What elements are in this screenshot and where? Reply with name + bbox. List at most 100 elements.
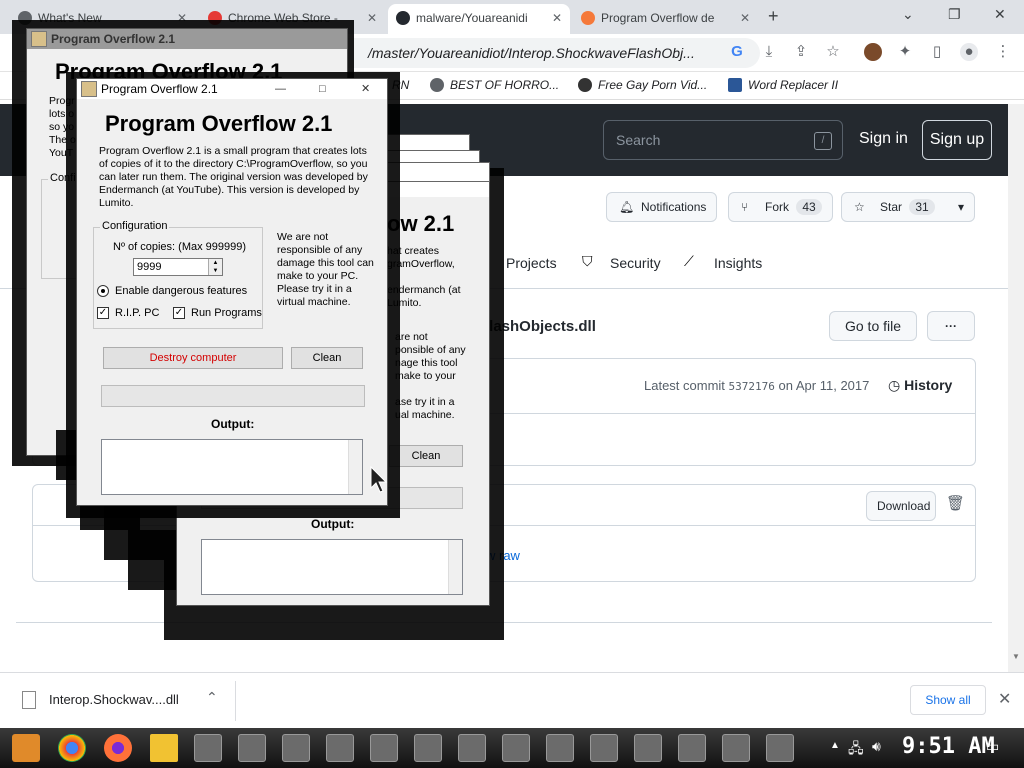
bookmark-label: Word Replacer II bbox=[748, 78, 839, 92]
google-icon[interactable]: G bbox=[728, 43, 746, 61]
close-icon[interactable]: ✕ bbox=[740, 4, 750, 32]
extension-avatar-icon[interactable] bbox=[864, 43, 882, 61]
taskbar-window-button[interactable] bbox=[766, 734, 794, 762]
bookmark-favicon-icon bbox=[578, 78, 592, 92]
page-scrollbar[interactable] bbox=[1008, 104, 1024, 672]
mouse-cursor-icon bbox=[370, 465, 390, 494]
run-programs-checkbox[interactable]: ✓ bbox=[173, 307, 185, 319]
output-scrollbar[interactable] bbox=[448, 540, 462, 594]
dialog-heading: Program Overflow 2.1 bbox=[105, 111, 333, 136]
taskbar-window-button[interactable] bbox=[634, 734, 662, 762]
output-textbox[interactable] bbox=[101, 439, 363, 495]
taskbar-window-button[interactable] bbox=[722, 734, 750, 762]
show-all-button[interactable]: Show all bbox=[910, 685, 986, 715]
copies-label: Nº of copies: (Max 999999) bbox=[113, 241, 247, 253]
close-window-icon[interactable]: ✕ bbox=[994, 6, 1006, 23]
fork-icon: ⑂ bbox=[741, 200, 749, 214]
install-icon[interactable]: ⤓ bbox=[760, 43, 778, 61]
app-icon bbox=[31, 31, 47, 47]
close-icon[interactable]: ✕ bbox=[361, 79, 370, 99]
commit-hash[interactable]: 5372176 bbox=[729, 380, 775, 393]
search-shortcut-badge: / bbox=[814, 132, 832, 150]
tab-program-overflow[interactable]: Program Overflow de ✕ bbox=[573, 4, 758, 34]
firefox-taskbar-icon[interactable] bbox=[104, 734, 132, 762]
address-bar[interactable]: /master/Youareanidiot/Interop.ShockwaveF… bbox=[330, 38, 760, 68]
fork-label: Fork bbox=[765, 200, 789, 214]
taskbar-clock[interactable]: 9:51 AM bbox=[902, 734, 995, 759]
rip-pc-checkbox[interactable]: ✓ bbox=[97, 307, 109, 319]
taskbar-window-button[interactable] bbox=[326, 734, 354, 762]
chevron-up-icon[interactable]: ⌃ bbox=[206, 689, 218, 706]
fork-button[interactable]: ⑂ Fork 43 bbox=[728, 192, 833, 222]
download-item[interactable]: Interop.Shockwav....dll bbox=[49, 692, 179, 707]
taskbar-window-button[interactable] bbox=[678, 734, 706, 762]
spin-arrows-icon[interactable]: ▲ ▼ bbox=[208, 259, 222, 275]
bookmark-label: Free Gay Porn Vid... bbox=[598, 78, 708, 92]
more-options-button[interactable]: ··· bbox=[927, 311, 975, 341]
window-titlebar[interactable]: Program Overflow 2.1 — □ ✕ bbox=[77, 79, 387, 99]
download-button[interactable]: Download bbox=[866, 491, 936, 521]
taskbar-window-button[interactable] bbox=[194, 734, 222, 762]
taskbar-window-button[interactable] bbox=[546, 734, 574, 762]
puzzle-icon[interactable]: ✦ bbox=[896, 43, 914, 61]
bookmark-item[interactable]: Free Gay Porn Vid... bbox=[578, 78, 707, 92]
share-icon[interactable]: ⇪ bbox=[792, 43, 810, 61]
folder-taskbar-icon[interactable] bbox=[150, 734, 178, 762]
volume-icon[interactable]: 🔊︎ bbox=[872, 738, 881, 755]
taskbar-window-button[interactable] bbox=[458, 734, 486, 762]
maximize-icon[interactable]: □ bbox=[319, 79, 326, 99]
tray-chevron-icon[interactable]: ▲ bbox=[830, 740, 840, 751]
destroy-computer-button[interactable]: Destroy computer bbox=[103, 347, 283, 369]
chevron-down-icon[interactable]: ⌄ bbox=[902, 6, 914, 23]
star-button[interactable]: ☆ Star 31 ▾ bbox=[841, 192, 975, 222]
start-button[interactable] bbox=[12, 734, 40, 762]
taskbar-window-button[interactable] bbox=[370, 734, 398, 762]
close-shelf-icon[interactable]: ✕ bbox=[998, 689, 1011, 709]
sign-in-link[interactable]: Sign in bbox=[859, 130, 908, 148]
clean-button[interactable]: Clean bbox=[291, 347, 363, 369]
copies-value: 9999 bbox=[137, 261, 162, 273]
nav-security[interactable]: Security bbox=[610, 255, 661, 271]
output-textbox[interactable] bbox=[201, 539, 463, 595]
sign-up-button[interactable]: Sign up bbox=[922, 120, 992, 160]
nav-insights[interactable]: Insights bbox=[714, 255, 762, 271]
tab-github[interactable]: malware/Youareanidi ✕ bbox=[388, 4, 570, 34]
minimize-icon[interactable]: — bbox=[275, 79, 286, 99]
graph-icon: ⟋ bbox=[684, 253, 694, 269]
window-titlebar[interactable]: Program Overflow 2.1 bbox=[27, 29, 347, 49]
scroll-down-arrow-icon[interactable]: ▼ bbox=[1012, 652, 1020, 661]
taskbar-window-button[interactable] bbox=[238, 734, 266, 762]
close-icon[interactable]: ✕ bbox=[552, 4, 562, 32]
download-shelf: Interop.Shockwav....dll ⌃ Show all ✕ bbox=[0, 672, 1024, 728]
notifications-button[interactable]: 🔔︎ Notifications bbox=[606, 192, 718, 222]
star-icon[interactable]: ☆ bbox=[824, 43, 842, 61]
taskbar-window-button[interactable] bbox=[590, 734, 618, 762]
chevron-down-icon[interactable]: ▾ bbox=[958, 193, 964, 221]
output-scrollbar[interactable] bbox=[348, 440, 362, 494]
notification-center-icon[interactable]: ▭ bbox=[986, 738, 999, 755]
network-icon[interactable]: 🖧︎ bbox=[848, 738, 864, 762]
bookmark-item[interactable]: BEST OF HORRO... bbox=[430, 78, 559, 92]
close-icon[interactable]: ✕ bbox=[367, 4, 377, 32]
tab-label: Program Overflow de bbox=[601, 11, 715, 25]
history-label: History bbox=[904, 377, 953, 393]
side-panel-icon[interactable]: ▯ bbox=[928, 43, 946, 61]
menu-icon[interactable]: ⋮ bbox=[994, 43, 1012, 61]
profile-icon[interactable]: ● bbox=[960, 43, 978, 61]
taskbar-window-button[interactable] bbox=[502, 734, 530, 762]
copies-stepper[interactable]: 9999 ▲ ▼ bbox=[133, 258, 223, 276]
trash-icon[interactable]: 🗑︎ bbox=[946, 494, 965, 512]
nav-projects[interactable]: Projects bbox=[506, 255, 557, 271]
taskbar-window-button[interactable] bbox=[414, 734, 442, 762]
chrome-taskbar-icon[interactable] bbox=[58, 734, 86, 762]
history-link[interactable]: ◷ History bbox=[888, 377, 952, 394]
restore-icon[interactable]: ❐ bbox=[948, 6, 961, 23]
taskbar-window-button[interactable] bbox=[282, 734, 310, 762]
bookmark-item[interactable]: Word Replacer II bbox=[728, 78, 838, 92]
output-label: Output: bbox=[211, 417, 255, 431]
search-input[interactable]: Search / bbox=[603, 120, 843, 160]
go-to-file-button[interactable]: Go to file bbox=[829, 311, 917, 341]
clean-button[interactable]: Clean bbox=[389, 445, 463, 467]
dangerous-features-radio[interactable] bbox=[97, 285, 109, 297]
new-tab-button[interactable]: + bbox=[768, 6, 779, 27]
